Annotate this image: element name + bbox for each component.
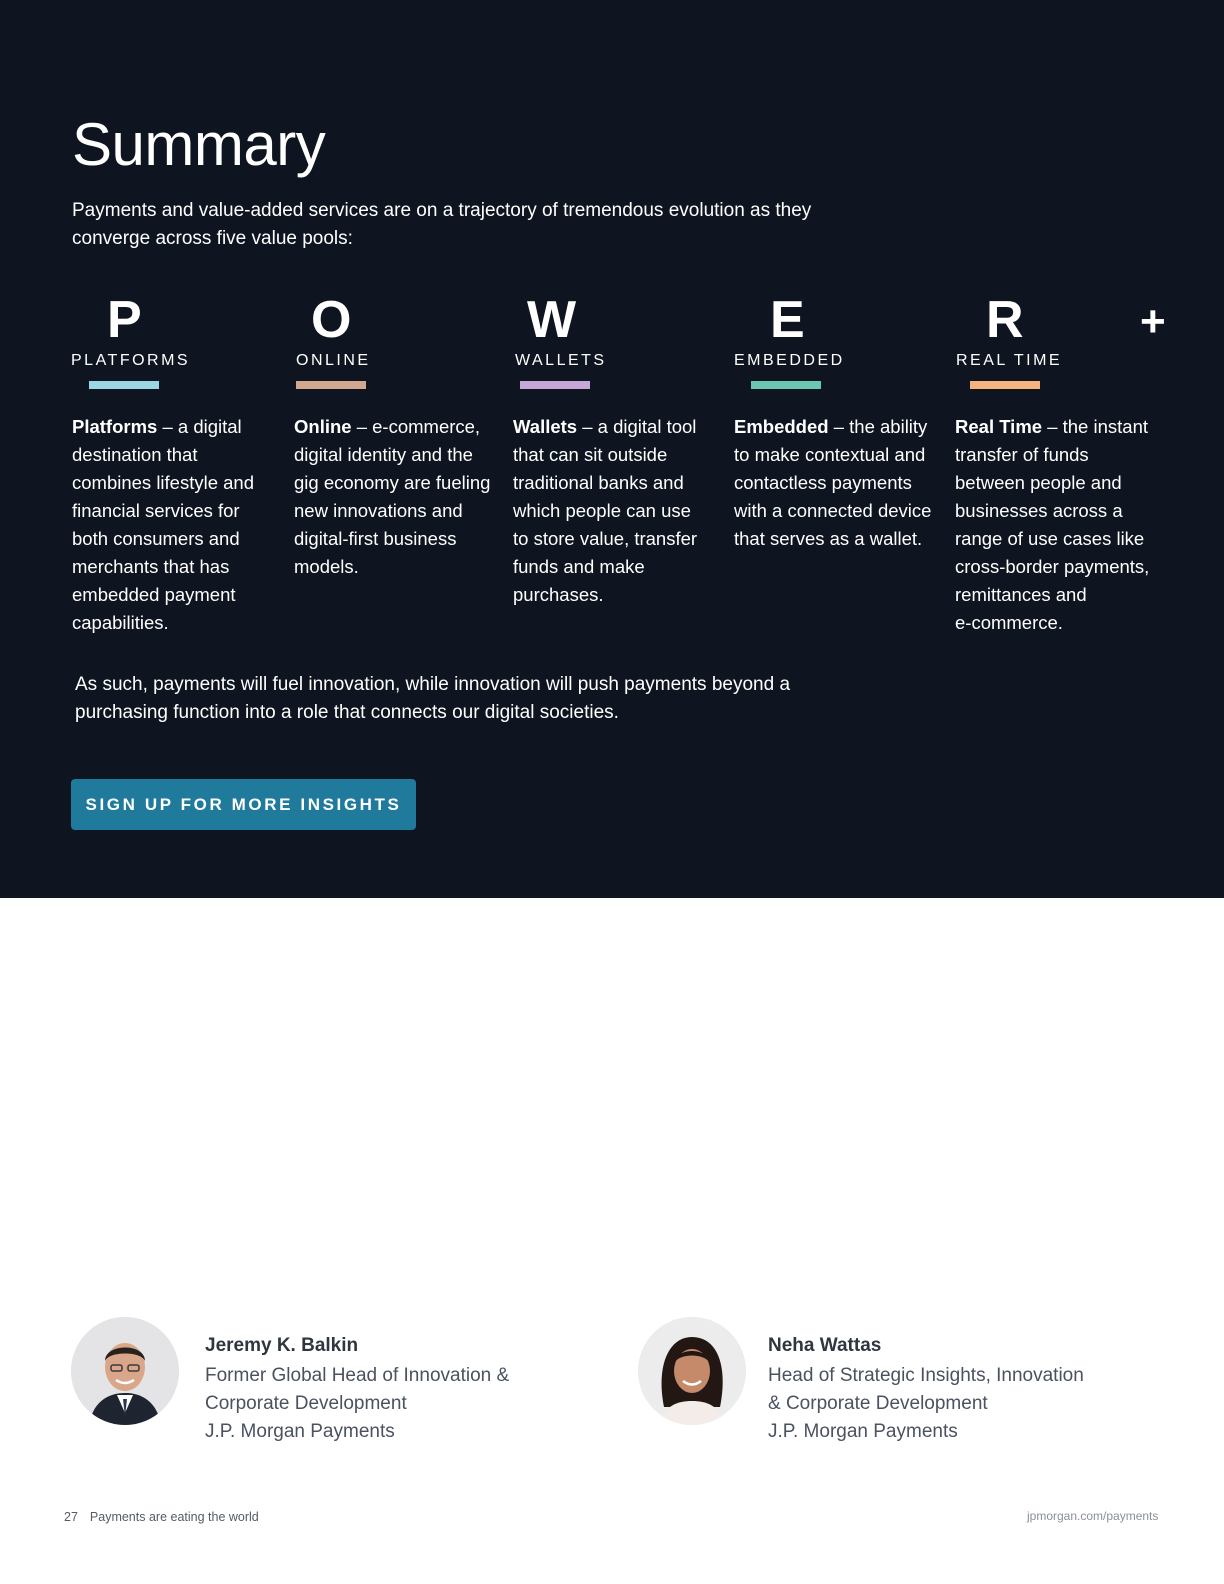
- pillar-label-platforms: PLATFORMS: [71, 352, 191, 369]
- pillar-label-embedded: EMBEDDED: [734, 352, 845, 369]
- pillar-desc-platforms: Platforms – a digital destination that co…: [72, 416, 255, 633]
- person-name: Neha Wattas: [768, 1335, 882, 1356]
- avatar-jeremy-balkin: [71, 1317, 179, 1425]
- pillar-label-wallets: WALLETS: [515, 352, 607, 369]
- person-company: J.P. Morgan Payments: [768, 1421, 958, 1442]
- person-portrait-icon: [638, 1317, 746, 1425]
- person-title: Former Global Head of Innovation &: [205, 1365, 510, 1386]
- person-portrait-icon: [71, 1317, 179, 1425]
- person-title: & Corporate Development: [768, 1393, 988, 1414]
- pillar-letter-w: W: [527, 291, 577, 349]
- pillar-bar-real-time: [970, 381, 1040, 389]
- person-title: Corporate Development: [205, 1393, 407, 1414]
- person-title: Head of Strategic Insights, Innovation: [768, 1365, 1084, 1386]
- closing-text: As such, payments will fuel innovation, …: [75, 674, 791, 723]
- person-name: Jeremy K. Balkin: [205, 1335, 359, 1356]
- sign-up-button[interactable]: SIGN UP FOR MORE INSIGHTS: [71, 779, 416, 830]
- intro-text: Payments and value-added services are on…: [72, 197, 832, 253]
- avatar-neha-wattas: [638, 1317, 746, 1425]
- pillar-bar-platforms: [89, 381, 159, 389]
- page-number: 27: [64, 1510, 78, 1524]
- pillar-label-real-time: REAL TIME: [956, 352, 1063, 369]
- footer-url-link[interactable]: jpmorgan.com/payments: [1027, 1509, 1158, 1523]
- plus-icon: +: [1140, 297, 1166, 346]
- pillar-letter-o: O: [311, 291, 352, 349]
- pillar-desc-online: Online – e-commerce, digital identity an…: [294, 416, 491, 577]
- pillar-desc-embedded: Embedded – the ability to make contextua…: [734, 416, 932, 549]
- pillar-letter-r: R: [986, 291, 1024, 349]
- pillar-bar-wallets: [520, 381, 590, 389]
- publication-title: Payments are eating the world: [89, 1510, 259, 1524]
- pillar-letter-p: P: [107, 291, 142, 349]
- pillar-letter-e: E: [770, 291, 805, 349]
- pillar-desc-real-time: Real Time – the instant transfer of fund…: [955, 416, 1150, 633]
- pillar-bar-embedded: [751, 381, 821, 389]
- pillar-label-online: ONLINE: [296, 352, 371, 369]
- page-title: Summary: [72, 111, 326, 178]
- intro-line: converge across five value pools:: [72, 228, 353, 249]
- intro-line: Payments and value-added services are on…: [72, 200, 812, 221]
- person-company: J.P. Morgan Payments: [205, 1421, 395, 1442]
- footer-page-info: 27 Payments are eating the world: [64, 1510, 259, 1524]
- pillar-bar-online: [296, 381, 366, 389]
- pillar-desc-wallets: Wallets – a digital tool that can sit ou…: [513, 416, 698, 605]
